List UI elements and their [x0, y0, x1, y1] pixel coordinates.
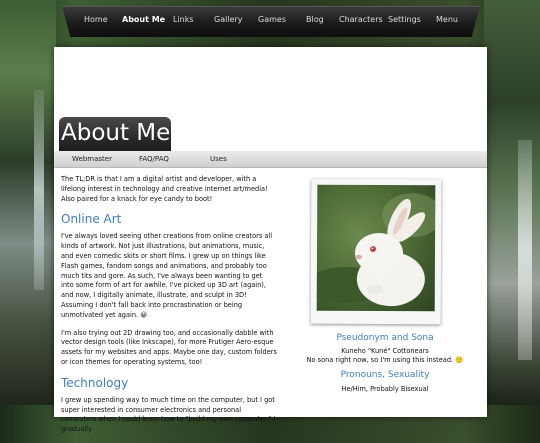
- nav-item-links[interactable]: Links: [173, 15, 194, 24]
- rabbit-photo: [316, 184, 436, 312]
- profile-photo-frame: [310, 178, 442, 325]
- nav-item-settings[interactable]: Settings: [388, 15, 421, 24]
- main-content: The TL;DR is that I am a digital artist …: [61, 175, 277, 443]
- nav-item-home[interactable]: Home: [84, 15, 108, 24]
- background-waterfall-right: [518, 140, 532, 360]
- pronouns-text: He/Him, Probably Bisexual: [341, 385, 429, 393]
- nav-item-blog[interactable]: Blog: [306, 15, 324, 24]
- subnav-faq-paq[interactable]: FAQ/PAQ: [139, 155, 169, 163]
- background-forest-left: [0, 0, 56, 405]
- technology-paragraph-1: I grew up spending way to much time on t…: [61, 395, 276, 434]
- sub-navigation: Webmaster FAQ/PAQ Uses: [54, 151, 487, 168]
- page-card: About Me Webmaster FAQ/PAQ Uses The TL;D…: [54, 47, 487, 433]
- nav-item-menu[interactable]: Menu: [436, 15, 458, 24]
- page-title: About Me: [61, 120, 171, 146]
- nav-item-gallery[interactable]: Gallery: [214, 15, 243, 24]
- pseudonym-note: No sona right now, so I'm using this ins…: [306, 356, 464, 364]
- online-art-paragraph-1: I've always loved seeing other creations…: [61, 232, 273, 319]
- pronouns-heading: Pronouns, Sexuality: [340, 370, 430, 380]
- pseudonym-name: Kuneho "Kuné" Cottonears: [341, 347, 429, 355]
- background-waterfall-left: [34, 90, 44, 290]
- intro-paragraph: The TL;DR is that I am a digital artist …: [61, 175, 268, 203]
- technology-heading: Technology: [61, 375, 129, 390]
- rabbit-illustration: [316, 193, 436, 307]
- nav-item-about-me[interactable]: About Me: [122, 15, 165, 24]
- nav-item-characters[interactable]: Characters: [339, 15, 383, 24]
- top-nav-bar: Home About Me Links Gallery Games Blog C…: [62, 6, 480, 37]
- nav-item-games[interactable]: Games: [258, 15, 286, 24]
- pseudonym-heading: Pseudonym and Sona: [336, 333, 434, 343]
- online-art-heading: Online Art: [61, 212, 122, 227]
- online-art-paragraph-2: I'm also trying out 2D drawing too, and …: [61, 328, 277, 366]
- subnav-webmaster[interactable]: Webmaster: [72, 155, 112, 163]
- subnav-uses[interactable]: Uses: [210, 155, 227, 163]
